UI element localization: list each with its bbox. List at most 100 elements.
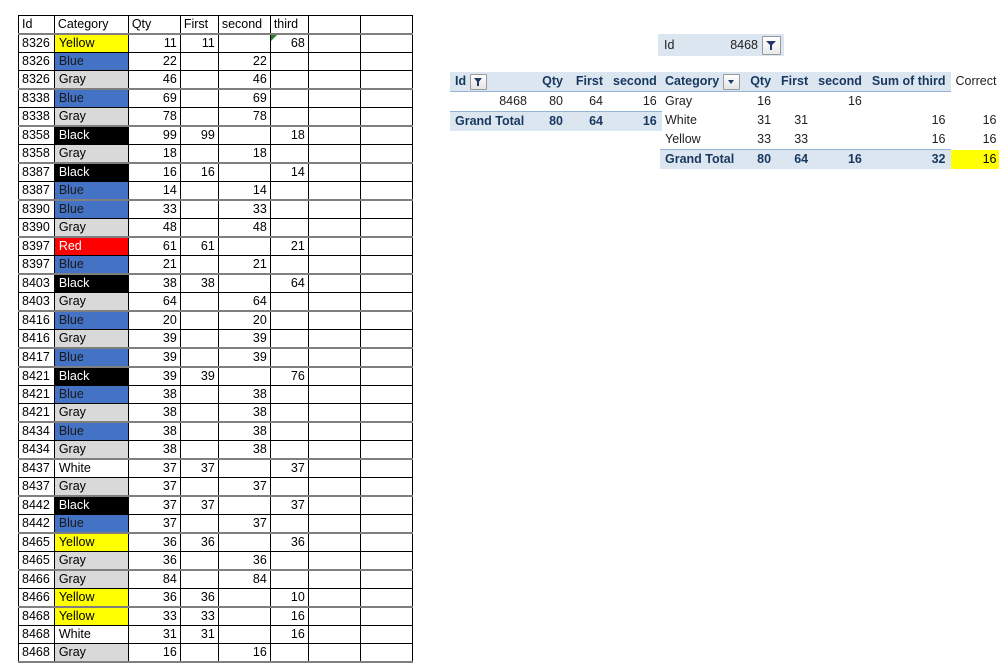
cell-qty[interactable]: 39 <box>128 367 180 386</box>
cell-id[interactable]: 8387 <box>19 163 55 182</box>
cell-third[interactable]: 36 <box>270 533 308 552</box>
cell-third[interactable] <box>270 53 308 71</box>
cell-qty[interactable]: 39 <box>128 348 180 367</box>
cell-blank-1[interactable] <box>308 367 360 386</box>
cell-second[interactable] <box>218 126 270 145</box>
cell-third[interactable] <box>270 348 308 367</box>
pivot-category-row-first[interactable]: 31 <box>776 111 813 130</box>
cell-category[interactable]: Gray <box>54 330 128 349</box>
cell-blank-1[interactable] <box>308 348 360 367</box>
cell-first[interactable] <box>180 182 218 201</box>
cell-id[interactable]: 8465 <box>19 552 55 571</box>
cell-second[interactable]: 18 <box>218 145 270 164</box>
cell-second[interactable]: 78 <box>218 108 270 127</box>
cell-first[interactable]: 37 <box>180 496 218 515</box>
cell-category[interactable]: Gray <box>54 404 128 423</box>
cell-id[interactable]: 8390 <box>19 219 55 238</box>
cell-third[interactable]: 21 <box>270 237 308 256</box>
cell-third[interactable]: 68 <box>270 34 308 53</box>
cell-third[interactable]: 10 <box>270 589 308 608</box>
pivot-id-row-first[interactable]: 64 <box>568 92 608 112</box>
cell-first[interactable]: 31 <box>180 626 218 644</box>
cell-blank-1[interactable] <box>308 404 360 423</box>
cell-category[interactable]: Yellow <box>54 589 128 608</box>
cell-blank-1[interactable] <box>308 626 360 644</box>
cell-third[interactable] <box>270 89 308 108</box>
pivot-table-by-id[interactable]: Id Qty First second 8468806416 Grand Tot… <box>450 72 662 131</box>
cell-first[interactable] <box>180 386 218 404</box>
cell-first[interactable] <box>180 256 218 275</box>
cell-category[interactable]: Gray <box>54 293 128 312</box>
cell-blank-1[interactable] <box>308 570 360 589</box>
cell-blank-2[interactable] <box>360 237 412 256</box>
cell-blank-2[interactable] <box>360 145 412 164</box>
cell-second[interactable] <box>218 34 270 53</box>
cell-first[interactable] <box>180 311 218 330</box>
cell-category[interactable]: Blue <box>54 348 128 367</box>
cell-category[interactable]: Blue <box>54 182 128 201</box>
table-row[interactable]: 8468White313116 <box>19 626 413 644</box>
cell-blank-1[interactable] <box>308 163 360 182</box>
pivot-category-row-third[interactable] <box>867 92 951 112</box>
cell-id[interactable]: 8326 <box>19 71 55 90</box>
cell-id[interactable]: 8390 <box>19 200 55 219</box>
cell-blank-2[interactable] <box>360 644 412 663</box>
table-row[interactable]: Yellow33331616 <box>660 130 999 150</box>
cell-second[interactable]: 48 <box>218 219 270 238</box>
cell-second[interactable]: 36 <box>218 552 270 571</box>
cell-id[interactable]: 8468 <box>19 644 55 663</box>
cell-second[interactable]: 22 <box>218 53 270 71</box>
cell-first[interactable] <box>180 293 218 312</box>
cell-qty[interactable]: 22 <box>128 53 180 71</box>
cell-blank-1[interactable] <box>308 644 360 663</box>
table-row[interactable]: 8434Blue3838 <box>19 422 413 441</box>
cell-blank-1[interactable] <box>308 552 360 571</box>
cell-blank-2[interactable] <box>360 89 412 108</box>
cell-id[interactable]: 8358 <box>19 145 55 164</box>
cell-first[interactable] <box>180 330 218 349</box>
cell-category[interactable]: Black <box>54 126 128 145</box>
table-row[interactable]: 8338Blue6969 <box>19 89 413 108</box>
cell-blank-1[interactable] <box>308 237 360 256</box>
cell-category[interactable]: Gray <box>54 145 128 164</box>
cell-third[interactable] <box>270 644 308 663</box>
cell-third[interactable]: 37 <box>270 496 308 515</box>
pivot-category-row-label[interactable]: White <box>660 111 745 130</box>
cell-second[interactable]: 84 <box>218 570 270 589</box>
table-row[interactable]: 8390Blue3333 <box>19 200 413 219</box>
table-row[interactable]: 8358Gray1818 <box>19 145 413 164</box>
pivot-category-row-qty[interactable]: 33 <box>745 130 776 150</box>
table-row[interactable]: 8442Blue3737 <box>19 515 413 534</box>
cell-second[interactable] <box>218 459 270 478</box>
cell-blank-2[interactable] <box>360 219 412 238</box>
cell-third[interactable]: 14 <box>270 163 308 182</box>
cell-second[interactable] <box>218 589 270 608</box>
cell-blank-1[interactable] <box>308 219 360 238</box>
cell-id[interactable]: 8421 <box>19 404 55 423</box>
cell-blank-1[interactable] <box>308 108 360 127</box>
pivot-category-header-second[interactable]: second <box>813 72 867 92</box>
cell-third[interactable] <box>270 311 308 330</box>
cell-blank-2[interactable] <box>360 126 412 145</box>
cell-blank-2[interactable] <box>360 274 412 293</box>
cell-qty[interactable]: 39 <box>128 330 180 349</box>
cell-qty[interactable]: 36 <box>128 552 180 571</box>
cell-blank-2[interactable] <box>360 34 412 53</box>
cell-qty[interactable]: 38 <box>128 441 180 460</box>
cell-blank-2[interactable] <box>360 71 412 90</box>
cell-blank-1[interactable] <box>308 478 360 497</box>
filter-funnel-icon[interactable] <box>470 74 487 90</box>
cell-first[interactable] <box>180 478 218 497</box>
cell-blank-1[interactable] <box>308 293 360 312</box>
cell-third[interactable]: 76 <box>270 367 308 386</box>
cell-category[interactable]: Blue <box>54 53 128 71</box>
cell-qty[interactable]: 48 <box>128 219 180 238</box>
cell-id[interactable]: 8417 <box>19 348 55 367</box>
cell-qty[interactable]: 11 <box>128 34 180 53</box>
cell-blank-1[interactable] <box>308 441 360 460</box>
cell-blank-2[interactable] <box>360 182 412 201</box>
cell-qty[interactable]: 36 <box>128 589 180 608</box>
cell-qty[interactable]: 37 <box>128 478 180 497</box>
cell-third[interactable] <box>270 478 308 497</box>
cell-first[interactable] <box>180 53 218 71</box>
